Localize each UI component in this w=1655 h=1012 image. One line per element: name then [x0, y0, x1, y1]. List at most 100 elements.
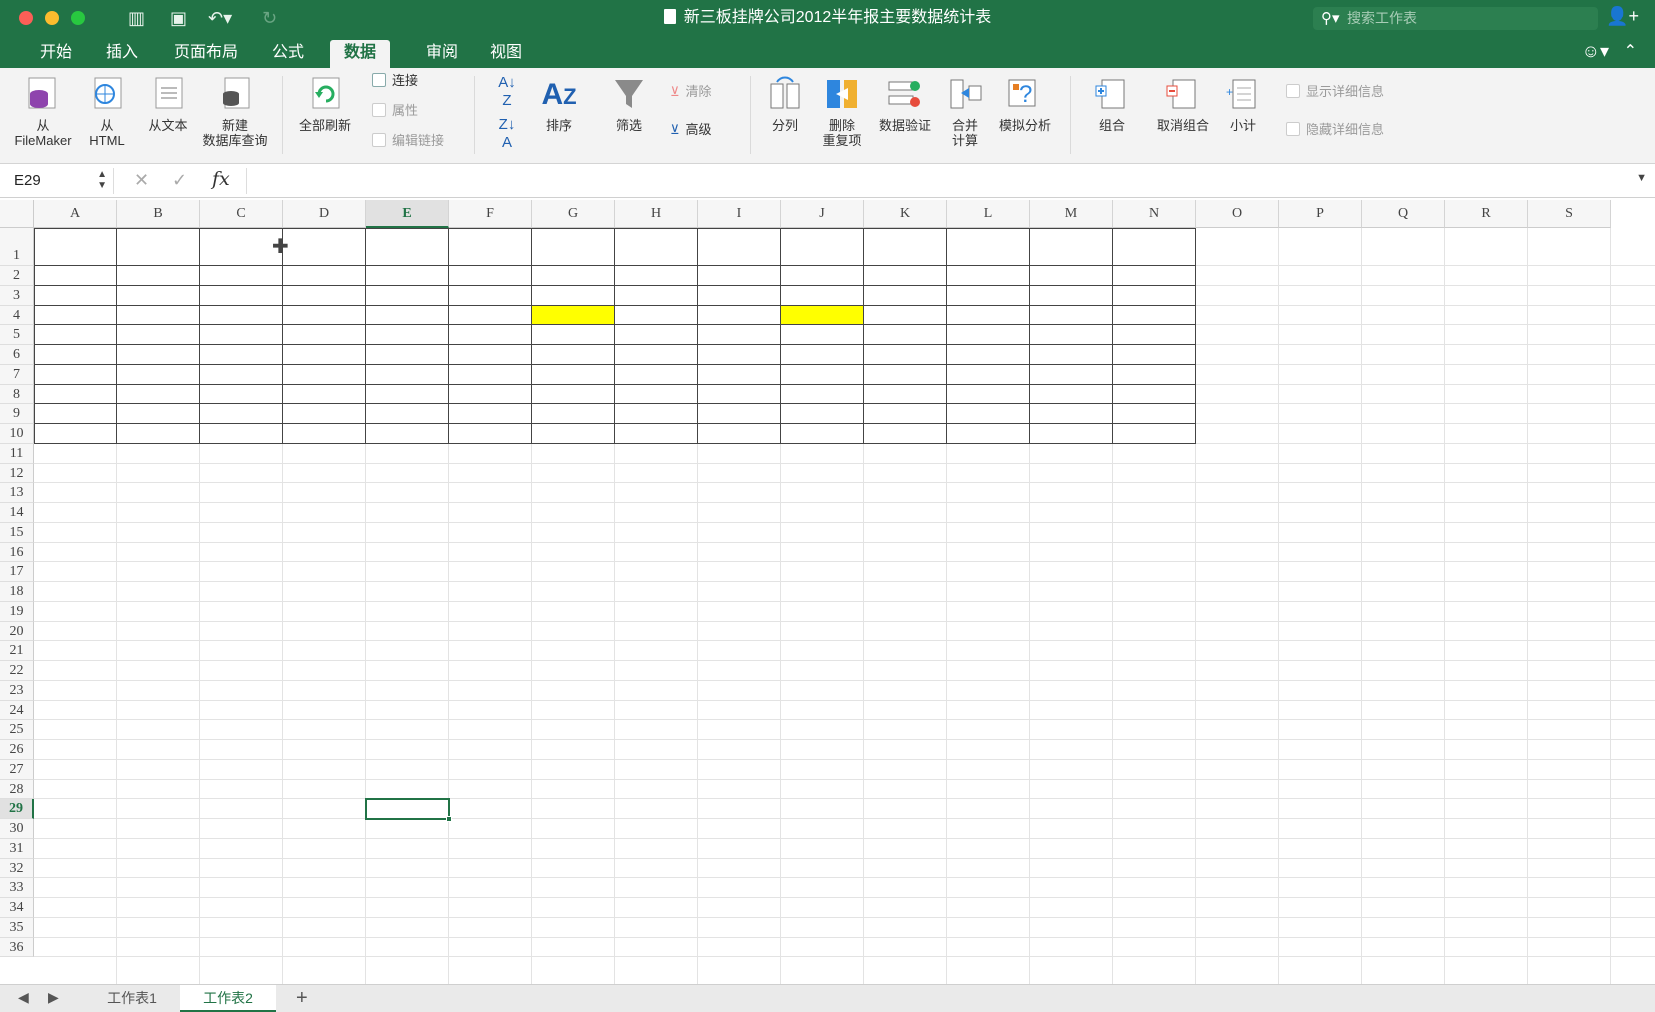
data-cell[interactable]: [200, 285, 283, 306]
row-header-18[interactable]: 18: [0, 582, 34, 602]
data-cell[interactable]: [532, 266, 615, 286]
data-cell[interactable]: [615, 325, 698, 345]
data-cell[interactable]: [366, 364, 449, 385]
data-cell[interactable]: [532, 345, 615, 365]
table-header-cell[interactable]: [864, 228, 947, 266]
data-cell[interactable]: [864, 345, 947, 365]
data-cell[interactable]: [532, 424, 615, 444]
data-cell[interactable]: [947, 305, 1030, 326]
data-cell[interactable]: [449, 345, 532, 365]
data-cell[interactable]: [947, 325, 1030, 345]
select-all-corner[interactable]: [0, 200, 34, 228]
data-cell[interactable]: [200, 384, 283, 405]
data-cell[interactable]: [947, 266, 1030, 286]
column-header-c[interactable]: C: [200, 200, 283, 228]
data-cell[interactable]: [366, 305, 449, 326]
data-cell[interactable]: [449, 384, 532, 405]
add-person-icon[interactable]: 👤+: [1606, 6, 1639, 27]
row-header-25[interactable]: 25: [0, 720, 34, 740]
data-cell[interactable]: [366, 384, 449, 405]
data-cell[interactable]: [366, 404, 449, 424]
data-cell[interactable]: [449, 305, 532, 326]
row-header-31[interactable]: 31: [0, 838, 34, 859]
data-cell[interactable]: [781, 424, 864, 444]
data-cell[interactable]: [283, 305, 366, 326]
data-cell[interactable]: [1030, 325, 1113, 345]
data-cell[interactable]: [864, 364, 947, 385]
tab-3[interactable]: 公式: [258, 40, 318, 68]
tab-6[interactable]: 视图: [476, 40, 536, 68]
row-header-22[interactable]: 22: [0, 661, 34, 681]
row-header-2[interactable]: 2: [0, 266, 34, 286]
data-cell[interactable]: [283, 404, 366, 424]
hide-detail-button[interactable]: 隐藏详细信息: [1286, 120, 1384, 140]
active-cell-selection[interactable]: [365, 798, 450, 820]
tab-0[interactable]: 开始: [26, 40, 86, 68]
data-cell[interactable]: [1113, 266, 1196, 286]
from-filemaker-button[interactable]: 从 FileMaker: [10, 76, 76, 148]
column-header-i[interactable]: I: [698, 200, 781, 228]
data-cell[interactable]: [366, 285, 449, 306]
data-cell[interactable]: [117, 384, 200, 405]
data-cell[interactable]: [283, 345, 366, 365]
data-cell[interactable]: [117, 404, 200, 424]
save-icon[interactable]: ▣: [170, 7, 187, 29]
column-header-p[interactable]: P: [1279, 200, 1362, 228]
data-cell[interactable]: [200, 325, 283, 345]
row-header-6[interactable]: 6: [0, 345, 34, 365]
data-cell[interactable]: [781, 325, 864, 345]
data-cell[interactable]: [449, 266, 532, 286]
table-header-cell[interactable]: [366, 228, 449, 266]
show-detail-button[interactable]: 显示详细信息: [1286, 82, 1384, 102]
tab-5[interactable]: 审阅: [412, 40, 472, 68]
data-cell[interactable]: [117, 345, 200, 365]
search-sheet-input[interactable]: ⚲▾ 搜索工作表: [1313, 7, 1598, 30]
row-header-26[interactable]: 26: [0, 740, 34, 760]
data-cell[interactable]: [781, 404, 864, 424]
row-header-29[interactable]: 29: [0, 799, 34, 819]
table-header-cell[interactable]: [532, 228, 615, 266]
edit-links-button[interactable]: 编辑链接: [372, 131, 444, 151]
confirm-entry-icon[interactable]: ✓: [172, 170, 187, 191]
data-cell[interactable]: [283, 266, 366, 286]
data-cell[interactable]: [1113, 325, 1196, 345]
sort-descending-button[interactable]: Z↓ A: [492, 116, 522, 152]
feedback-smiley-icon[interactable]: ☺▾: [1582, 41, 1609, 62]
column-header-g[interactable]: G: [532, 200, 615, 228]
sort-button[interactable]: AZ 排序: [534, 76, 584, 133]
new-database-query-button[interactable]: 新建 数据库查询: [200, 76, 270, 148]
row-header-19[interactable]: 19: [0, 601, 34, 622]
data-cell[interactable]: [283, 384, 366, 405]
row-header-12[interactable]: 12: [0, 463, 34, 484]
table-header-cell[interactable]: [117, 228, 200, 266]
column-header-h[interactable]: H: [615, 200, 698, 228]
table-header-cell[interactable]: [1113, 228, 1196, 266]
data-cell[interactable]: [532, 404, 615, 424]
data-cell[interactable]: [864, 424, 947, 444]
data-cell[interactable]: [698, 266, 781, 286]
tab-4[interactable]: 数据: [330, 40, 391, 68]
consolidate-button[interactable]: 合并 计算: [942, 76, 988, 148]
data-cell[interactable]: [864, 325, 947, 345]
data-cell[interactable]: [34, 384, 117, 405]
column-header-j[interactable]: J: [781, 200, 864, 228]
row-header-23[interactable]: 23: [0, 680, 34, 701]
column-header-n[interactable]: N: [1113, 200, 1196, 228]
formula-input[interactable]: [246, 168, 1626, 194]
worksheet-grid[interactable]: A B C D E F G H I J K L M N O P Q R S 1 2 3 4 5 6 7 8 9 10 11 12 13 14 15…: [0, 200, 1655, 984]
row-header-27[interactable]: 27: [0, 759, 34, 780]
table-header-cell[interactable]: [781, 228, 864, 266]
sort-ascending-button[interactable]: A↓ Z: [492, 74, 522, 110]
connections-button[interactable]: 连接: [372, 71, 418, 91]
data-cell[interactable]: [615, 285, 698, 306]
data-cell[interactable]: [1030, 364, 1113, 385]
data-cell[interactable]: [34, 266, 117, 286]
data-cell[interactable]: [532, 384, 615, 405]
data-cell[interactable]: [1113, 285, 1196, 306]
data-cell[interactable]: [1113, 345, 1196, 365]
data-cell[interactable]: [200, 364, 283, 385]
expand-formula-bar-icon[interactable]: ▼: [1636, 172, 1647, 184]
data-cell[interactable]: [1113, 424, 1196, 444]
data-cell[interactable]: [200, 424, 283, 444]
filter-button[interactable]: 筛选: [606, 76, 652, 133]
